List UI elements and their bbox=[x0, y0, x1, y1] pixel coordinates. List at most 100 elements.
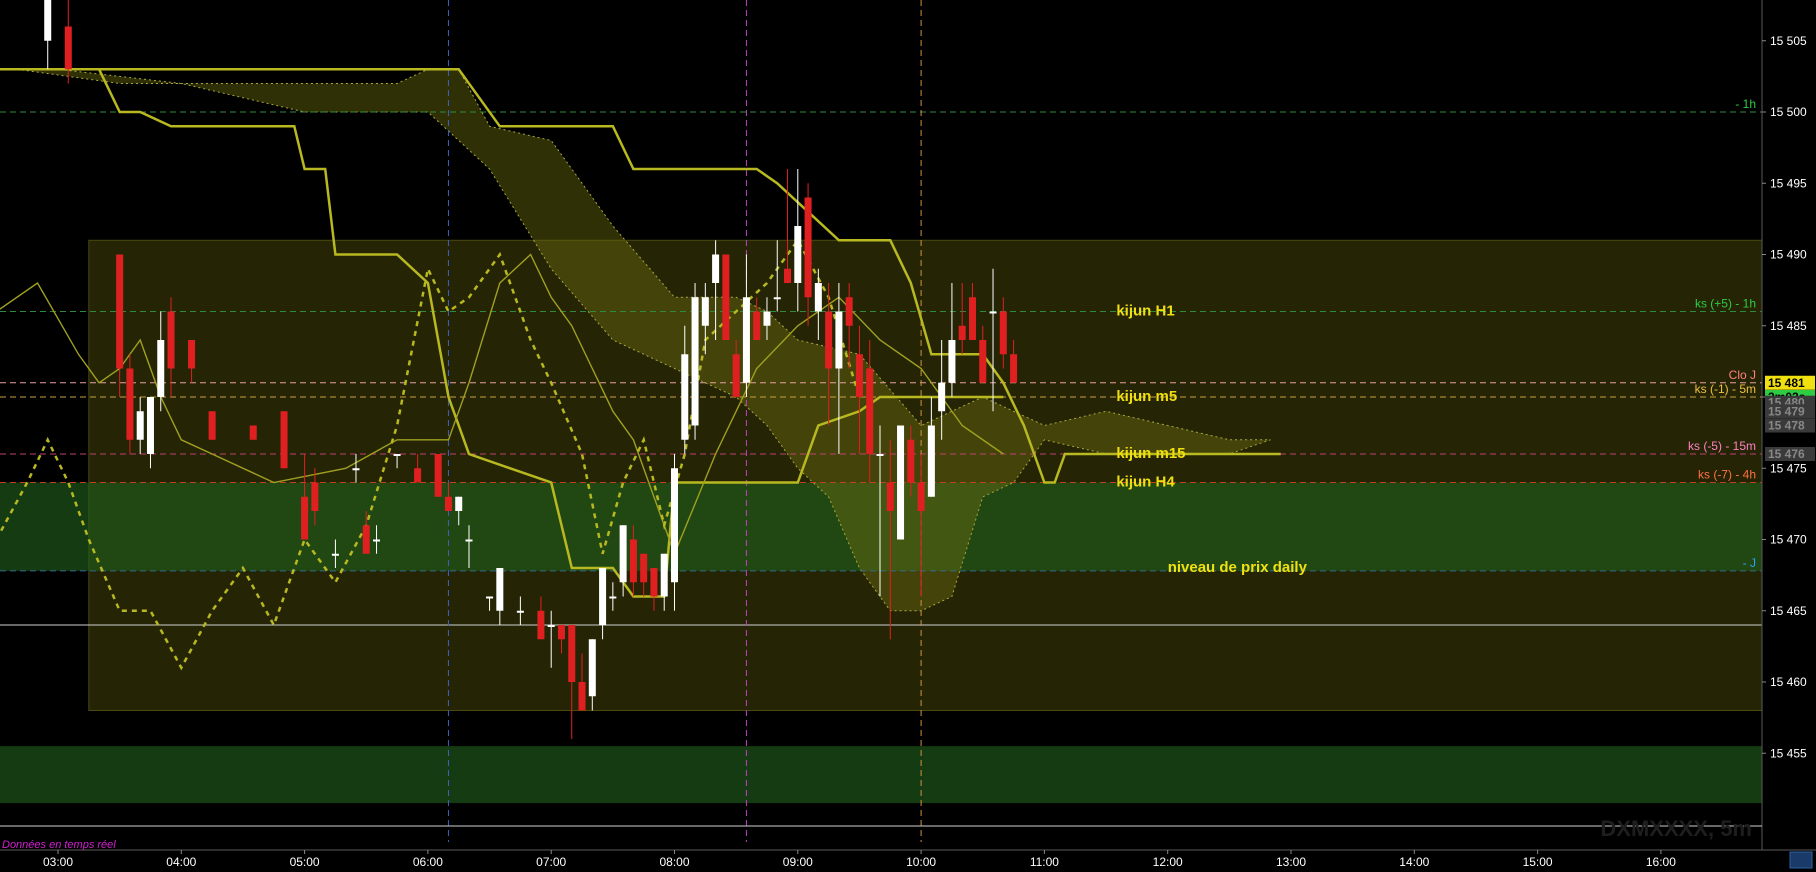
y-tick-label-3: 15 490 bbox=[1770, 248, 1807, 262]
zone-2 bbox=[0, 746, 1762, 804]
y-tick-label-7: 15 470 bbox=[1770, 533, 1807, 547]
candle-body-65 bbox=[927, 425, 935, 497]
candle-body-24 bbox=[486, 596, 494, 599]
candle-body-1 bbox=[64, 26, 72, 70]
x-tick-label-1: 04:00 bbox=[166, 855, 196, 869]
candle-body-61 bbox=[886, 482, 894, 511]
hline-label-0: - 1h bbox=[1735, 97, 1756, 111]
candle-body-5 bbox=[146, 397, 154, 454]
instrument-watermark: DXMXXXX, 5m bbox=[1600, 816, 1752, 841]
candle-body-71 bbox=[989, 311, 997, 314]
candle-body-29 bbox=[557, 625, 565, 640]
candle-body-4 bbox=[136, 411, 144, 440]
candle-body-73 bbox=[1010, 354, 1018, 383]
candle-body-56 bbox=[835, 311, 843, 369]
candle-body-18 bbox=[393, 454, 401, 456]
candle-body-66 bbox=[938, 382, 946, 412]
candle-body-52 bbox=[794, 226, 802, 283]
candle-body-64 bbox=[917, 482, 925, 511]
y-tick-label-9: 15 460 bbox=[1770, 675, 1807, 689]
candle-body-9 bbox=[208, 411, 216, 440]
x-tick-label-13: 16:00 bbox=[1646, 855, 1676, 869]
candle-body-42 bbox=[691, 297, 699, 426]
price-badge-text-5: 15 476 bbox=[1768, 447, 1805, 461]
candle-body-68 bbox=[958, 325, 966, 340]
candle-body-53 bbox=[804, 197, 812, 298]
candle-body-0 bbox=[44, 0, 52, 41]
candle-body-15 bbox=[352, 468, 360, 471]
candle-body-28 bbox=[547, 625, 555, 627]
candle-body-41 bbox=[681, 354, 689, 440]
hline-label-4: ks (-5) - 15m bbox=[1688, 439, 1756, 453]
hline-label-1: ks (+5) - 1h bbox=[1695, 297, 1756, 311]
y-tick-label-6: 15 475 bbox=[1770, 461, 1807, 475]
x-tick-label-4: 07:00 bbox=[536, 855, 566, 869]
candle-body-49 bbox=[763, 311, 771, 326]
candle-body-37 bbox=[640, 553, 648, 583]
y-tick-label-8: 15 465 bbox=[1770, 604, 1807, 618]
candle-body-48 bbox=[753, 311, 761, 340]
x-tick-label-9: 12:00 bbox=[1153, 855, 1183, 869]
candle-body-57 bbox=[845, 297, 853, 326]
candle-body-17 bbox=[373, 539, 381, 542]
candle-body-19 bbox=[414, 468, 422, 483]
y-tick-label-0: 15 505 bbox=[1770, 34, 1807, 48]
x-tick-label-12: 15:00 bbox=[1523, 855, 1553, 869]
candle-body-10 bbox=[249, 425, 257, 440]
annotation-1: kijun m5 bbox=[1116, 388, 1177, 405]
annotation-2: kijun m15 bbox=[1116, 445, 1185, 462]
price-badge-text-3: 15 479 bbox=[1768, 404, 1805, 418]
candle-body-39 bbox=[660, 553, 668, 597]
candle-body-8 bbox=[188, 340, 196, 369]
candle-body-36 bbox=[629, 539, 637, 583]
x-tick-label-8: 11:00 bbox=[1030, 855, 1059, 869]
candle-body-32 bbox=[588, 639, 596, 697]
price-chart[interactable]: - 1h ks (+5) - 1h Clo Jks (-1) - 5m ks (-5)… bbox=[0, 0, 1816, 872]
candle-body-58 bbox=[855, 354, 863, 397]
candle-body-33 bbox=[599, 568, 607, 625]
annotation-3: kijun H4 bbox=[1116, 474, 1175, 491]
candle-body-27 bbox=[537, 610, 545, 640]
x-tick-label-3: 06:00 bbox=[413, 855, 443, 869]
candle-body-72 bbox=[999, 311, 1007, 355]
candle-body-46 bbox=[732, 354, 740, 397]
x-tick-label-10: 13:00 bbox=[1276, 855, 1306, 869]
realtime-data-footer: Données en temps réel bbox=[2, 839, 116, 851]
x-tick-label-0: 03:00 bbox=[43, 855, 73, 869]
candle-body-30 bbox=[568, 625, 576, 682]
candle-body-2 bbox=[116, 254, 124, 369]
candle-body-69 bbox=[968, 297, 976, 340]
candle-body-3 bbox=[126, 368, 134, 440]
candle-body-62 bbox=[897, 425, 905, 540]
candle-body-44 bbox=[712, 254, 720, 283]
price-axis[interactable]: 15 50515 50015 49515 49015 48515 48015 4… bbox=[1761, 0, 1816, 872]
y-tick-label-10: 15 455 bbox=[1770, 746, 1807, 760]
candle-body-22 bbox=[455, 496, 463, 511]
y-tick-label-4: 15 485 bbox=[1770, 319, 1807, 333]
price-axis-bg bbox=[1762, 0, 1816, 872]
candle-body-54 bbox=[814, 283, 822, 312]
candle-body-55 bbox=[825, 311, 833, 369]
x-tick-label-7: 10:00 bbox=[906, 855, 936, 869]
y-tick-label-2: 15 495 bbox=[1770, 176, 1807, 190]
candle-body-51 bbox=[784, 268, 792, 283]
candle-body-21 bbox=[444, 496, 452, 511]
candle-body-16 bbox=[362, 525, 370, 554]
x-tick-label-11: 14:00 bbox=[1399, 855, 1429, 869]
candle-body-34 bbox=[609, 596, 617, 599]
candle-body-38 bbox=[650, 568, 658, 597]
candle-body-13 bbox=[311, 482, 319, 511]
hline-label-2: Clo J bbox=[1729, 368, 1756, 382]
candle-body-31 bbox=[578, 682, 586, 711]
candle-body-35 bbox=[619, 525, 627, 583]
x-tick-label-2: 05:00 bbox=[290, 855, 320, 869]
candle-body-11 bbox=[280, 411, 288, 469]
candle-body-67 bbox=[948, 340, 956, 383]
annotation-0: kijun H1 bbox=[1116, 303, 1174, 320]
candle-body-45 bbox=[722, 254, 730, 340]
x-tick-label-5: 08:00 bbox=[659, 855, 689, 869]
y-tick-label-1: 15 500 bbox=[1770, 105, 1807, 119]
hline-label-3: ks (-1) - 5m bbox=[1695, 382, 1756, 396]
candle-body-40 bbox=[671, 468, 678, 583]
scroll-corner-icon bbox=[1789, 851, 1813, 869]
